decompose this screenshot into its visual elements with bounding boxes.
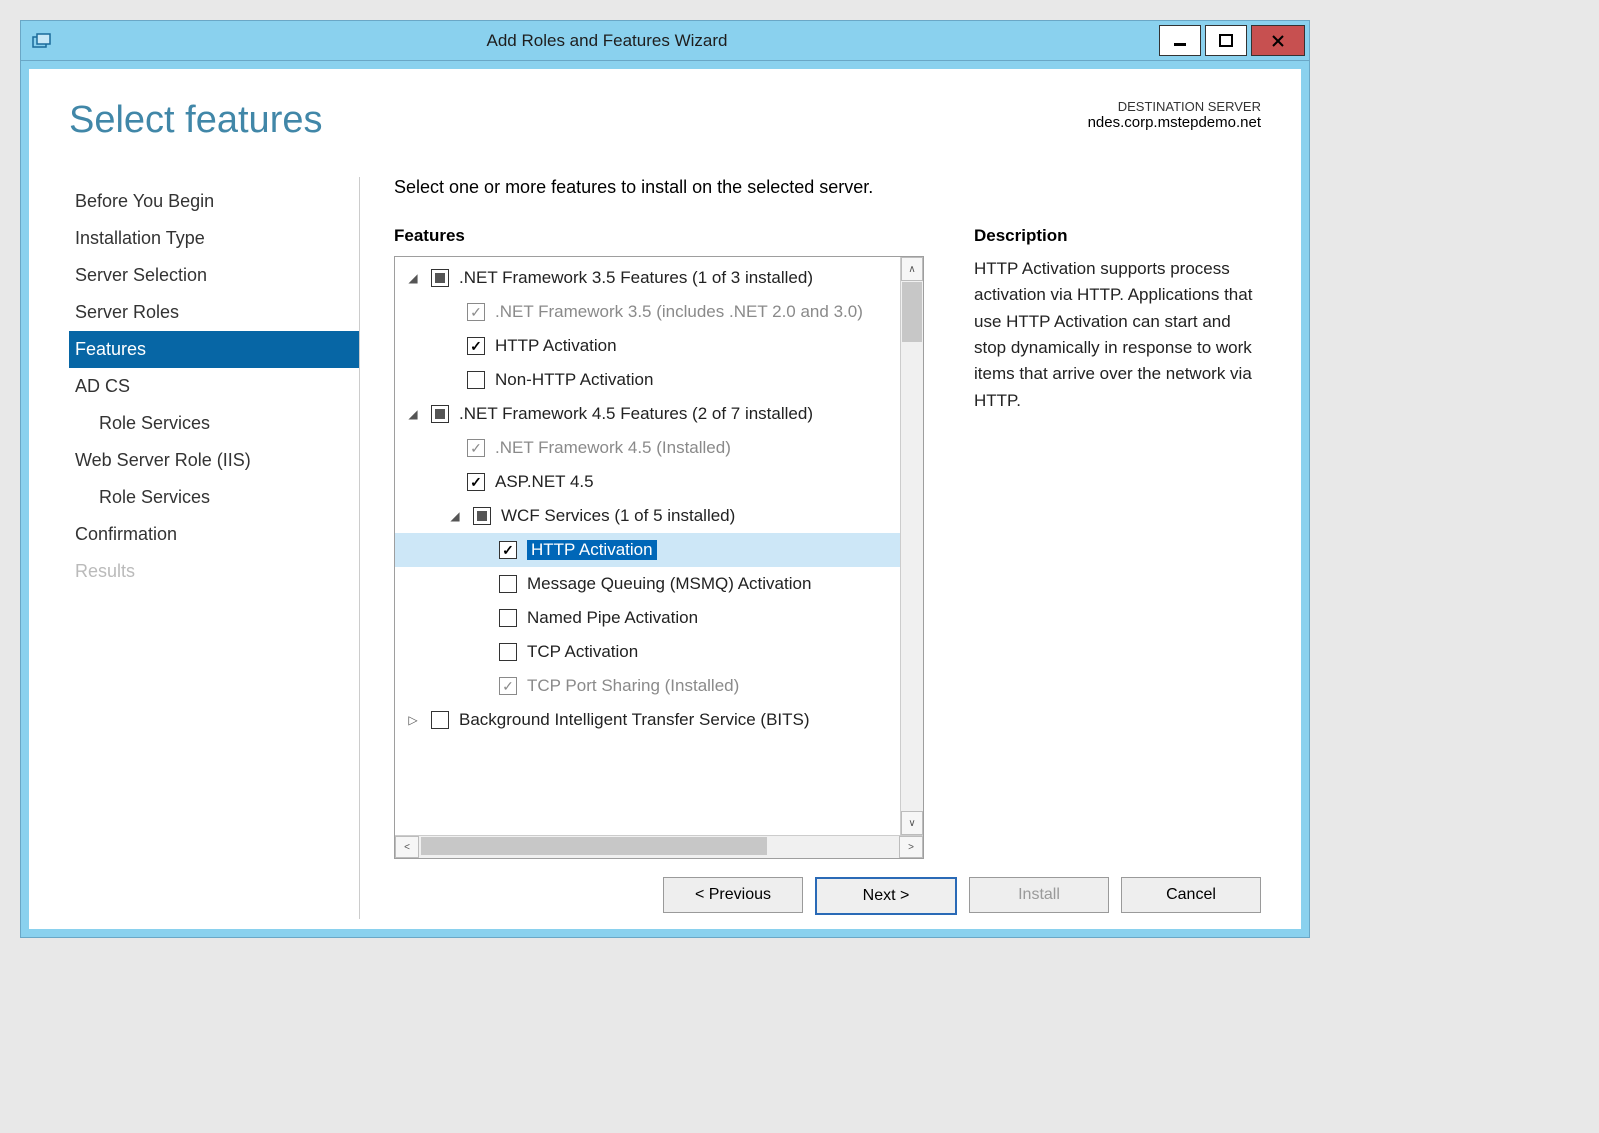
- sidebar-item-web-server-role[interactable]: Web Server Role (IIS): [69, 442, 359, 479]
- maximize-button[interactable]: [1205, 25, 1247, 56]
- horizontal-scrollbar[interactable]: < >: [395, 835, 923, 858]
- tree-item[interactable]: ASP.NET 4.5: [395, 465, 900, 499]
- tree-label: HTTP Activation: [527, 540, 657, 560]
- sidebar-item-features[interactable]: Features: [69, 331, 359, 368]
- scroll-thumb[interactable]: [421, 837, 767, 855]
- checkbox[interactable]: [499, 541, 517, 559]
- checkbox[interactable]: [467, 473, 485, 491]
- tristate-checkbox[interactable]: [431, 269, 449, 287]
- checkbox[interactable]: [499, 677, 517, 695]
- install-button: Install: [969, 877, 1109, 913]
- sidebar-item-results: Results: [69, 553, 359, 590]
- sidebar-item-installation-type[interactable]: Installation Type: [69, 220, 359, 257]
- tree-item[interactable]: ◢ .NET Framework 3.5 Features (1 of 3 in…: [395, 261, 900, 295]
- tree-item-selected[interactable]: HTTP Activation: [395, 533, 900, 567]
- cancel-button[interactable]: Cancel: [1121, 877, 1261, 913]
- wizard-window: Add Roles and Features Wizard Select fea…: [20, 20, 1310, 938]
- tree-label: TCP Activation: [527, 642, 638, 662]
- tree-item[interactable]: Non-HTTP Activation: [395, 363, 900, 397]
- scroll-down-icon[interactable]: ∨: [901, 811, 923, 835]
- expander-icon[interactable]: ▷: [405, 713, 421, 727]
- description-heading: Description: [974, 226, 1261, 246]
- tree-item[interactable]: ◢ WCF Services (1 of 5 installed): [395, 499, 900, 533]
- tree-label: .NET Framework 4.5 (Installed): [495, 438, 731, 458]
- tree-label: .NET Framework 4.5 Features (2 of 7 inst…: [459, 404, 813, 424]
- minimize-button[interactable]: [1159, 25, 1201, 56]
- checkbox[interactable]: [467, 439, 485, 457]
- tree-item[interactable]: ◢ .NET Framework 4.5 Features (2 of 7 in…: [395, 397, 900, 431]
- checkbox[interactable]: [467, 371, 485, 389]
- tree-label: Non-HTTP Activation: [495, 370, 653, 390]
- sidebar-item-confirmation[interactable]: Confirmation: [69, 516, 359, 553]
- sidebar-item-server-roles[interactable]: Server Roles: [69, 294, 359, 331]
- checkbox[interactable]: [499, 643, 517, 661]
- wizard-body: Select features DESTINATION SERVER ndes.…: [21, 61, 1309, 937]
- checkbox[interactable]: [467, 337, 485, 355]
- scroll-right-icon[interactable]: >: [899, 836, 923, 858]
- tree-label: .NET Framework 3.5 Features (1 of 3 inst…: [459, 268, 813, 288]
- tree-label: Named Pipe Activation: [527, 608, 698, 628]
- tree-item[interactable]: Message Queuing (MSMQ) Activation: [395, 567, 900, 601]
- next-button[interactable]: Next >: [815, 877, 957, 915]
- expander-icon[interactable]: ◢: [405, 271, 421, 285]
- vertical-scrollbar[interactable]: ∧ ∨: [900, 257, 923, 835]
- sidebar-item-iis-role-services[interactable]: Role Services: [69, 479, 359, 516]
- sidebar-item-ad-cs[interactable]: AD CS: [69, 368, 359, 405]
- tree-label: ASP.NET 4.5: [495, 472, 594, 492]
- checkbox[interactable]: [499, 575, 517, 593]
- sidebar-item-adcs-role-services[interactable]: Role Services: [69, 405, 359, 442]
- tree-item[interactable]: TCP Activation: [395, 635, 900, 669]
- tree-label: .NET Framework 3.5 (includes .NET 2.0 an…: [495, 302, 863, 322]
- features-tree: ◢ .NET Framework 3.5 Features (1 of 3 in…: [394, 256, 924, 859]
- expander-icon[interactable]: ◢: [405, 407, 421, 421]
- page-title: Select features: [69, 99, 322, 142]
- tree-label: Background Intelligent Transfer Service …: [459, 710, 810, 730]
- tree-item[interactable]: TCP Port Sharing (Installed): [395, 669, 900, 703]
- tree-item[interactable]: HTTP Activation: [395, 329, 900, 363]
- tree-label: TCP Port Sharing (Installed): [527, 676, 739, 696]
- destination-server-label: DESTINATION SERVER: [1088, 99, 1261, 114]
- scroll-left-icon[interactable]: <: [395, 836, 419, 858]
- previous-button[interactable]: < Previous: [663, 877, 803, 913]
- expander-icon[interactable]: ◢: [447, 509, 463, 523]
- tree-item[interactable]: .NET Framework 4.5 (Installed): [395, 431, 900, 465]
- close-button[interactable]: [1251, 25, 1305, 56]
- tree-item[interactable]: Named Pipe Activation: [395, 601, 900, 635]
- tree-item[interactable]: ▷ Background Intelligent Transfer Servic…: [395, 703, 900, 737]
- tree-item[interactable]: .NET Framework 3.5 (includes .NET 2.0 an…: [395, 295, 900, 329]
- features-heading: Features: [394, 226, 924, 246]
- destination-server-value: ndes.corp.mstepdemo.net: [1088, 114, 1261, 131]
- checkbox[interactable]: [499, 609, 517, 627]
- destination-server: DESTINATION SERVER ndes.corp.mstepdemo.n…: [1088, 99, 1261, 131]
- window-title: Add Roles and Features Wizard: [55, 31, 1159, 51]
- checkbox[interactable]: [467, 303, 485, 321]
- instruction-text: Select one or more features to install o…: [394, 177, 1261, 198]
- titlebar: Add Roles and Features Wizard: [21, 21, 1309, 61]
- scroll-thumb[interactable]: [902, 282, 922, 342]
- tree-label: HTTP Activation: [495, 336, 617, 356]
- sidebar-item-server-selection[interactable]: Server Selection: [69, 257, 359, 294]
- tristate-checkbox[interactable]: [473, 507, 491, 525]
- checkbox[interactable]: [431, 711, 449, 729]
- sidebar-item-before-you-begin[interactable]: Before You Begin: [69, 183, 359, 220]
- sidebar: Before You Begin Installation Type Serve…: [69, 177, 360, 919]
- button-bar: < Previous Next > Install Cancel: [394, 859, 1261, 919]
- tristate-checkbox[interactable]: [431, 405, 449, 423]
- tree-label: Message Queuing (MSMQ) Activation: [527, 574, 811, 594]
- scroll-up-icon[interactable]: ∧: [901, 257, 923, 281]
- description-text: HTTP Activation supports process activat…: [974, 256, 1261, 414]
- tree-label: WCF Services (1 of 5 installed): [501, 506, 735, 526]
- window-icon: [27, 27, 55, 55]
